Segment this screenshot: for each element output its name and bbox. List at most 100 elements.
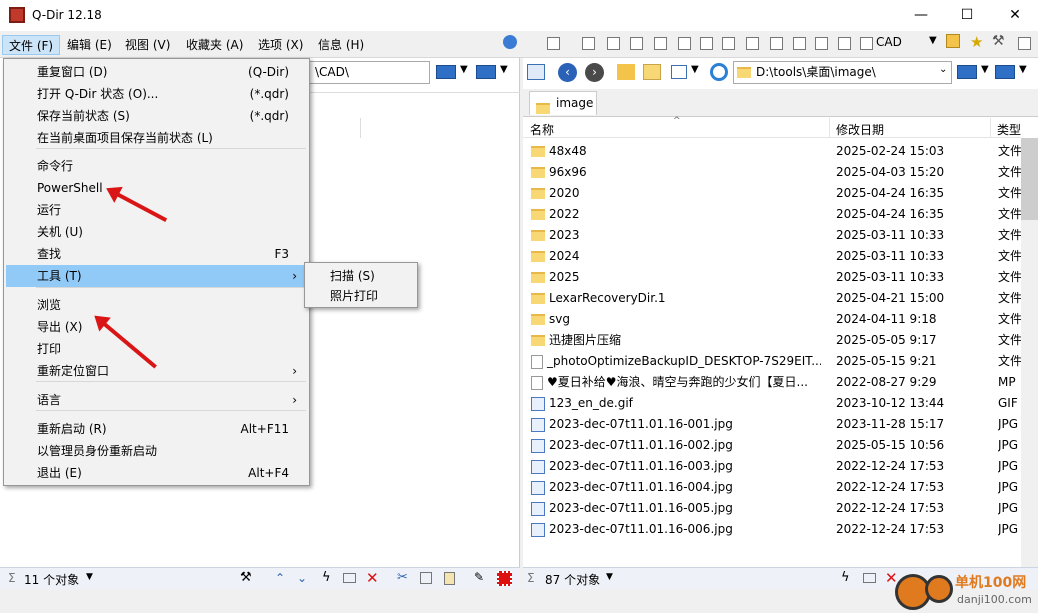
lightning-icon[interactable]: ϟ	[841, 570, 850, 585]
menu-item-language[interactable]: 语言 ›	[6, 389, 307, 411]
paste-icon[interactable]	[444, 572, 455, 585]
menu-info[interactable]: 信息 (H)	[312, 35, 370, 55]
edit-icon[interactable]: ✎	[474, 570, 484, 584]
rename-icon[interactable]	[863, 573, 876, 583]
layout-icon-6[interactable]	[678, 37, 691, 50]
menu-options[interactable]: 选项 (X)	[252, 35, 309, 55]
layout-icon-10[interactable]	[770, 37, 783, 50]
layout-icon-1[interactable]	[547, 37, 560, 50]
tools-icon[interactable]: ⚒	[240, 570, 252, 585]
up-arrow-icon[interactable]: ⌃	[275, 571, 285, 585]
layout-icon-4[interactable]	[630, 37, 643, 50]
down-arrow-icon[interactable]: ⌄	[297, 571, 307, 585]
layout-icon-7[interactable]	[700, 37, 713, 50]
monitor-icon[interactable]	[957, 65, 977, 79]
chevron-down-icon[interactable]: ▼	[929, 35, 937, 46]
layout-icon-13[interactable]	[838, 37, 851, 50]
left-address-bar[interactable]: \CAD\	[308, 61, 430, 84]
file-row[interactable]: 2023-dec-07t11.01.16-006.jpg 2022-12-24 1…	[531, 519, 1021, 540]
file-row[interactable]: LexarRecoveryDir.1 2025-04-21 15:00 文件	[531, 288, 1021, 309]
right-object-count[interactable]: 87 个对象	[545, 571, 600, 588]
menu-item-tools[interactable]: 工具 (T) ›	[6, 265, 307, 287]
menu-item-browse[interactable]: 浏览	[6, 294, 307, 316]
globe-icon[interactable]	[503, 35, 517, 49]
left-object-count[interactable]: 11 个对象	[24, 571, 79, 588]
layout-icon-3[interactable]	[607, 37, 620, 50]
right-address-bar[interactable]: D:\tools\桌面\image\	[733, 61, 952, 84]
scrollbar[interactable]	[1021, 138, 1038, 567]
copy-icon[interactable]	[420, 572, 432, 584]
chevron-down-icon[interactable]: ▼	[981, 64, 989, 75]
bookmark-icon[interactable]	[946, 34, 960, 48]
chevron-down-icon[interactable]: ⌄	[939, 64, 947, 75]
file-row[interactable]: 96x96 2025-04-03 15:20 文件	[531, 162, 1021, 183]
menu-item-print[interactable]: 打印	[6, 338, 307, 360]
rename-icon[interactable]	[343, 573, 356, 583]
menu-view[interactable]: 视图 (V)	[119, 35, 176, 55]
chevron-down-icon[interactable]: ▼	[1019, 64, 1027, 75]
file-row[interactable]: ♥夏日补给♥海浪、晴空与奔跑的少女们【夏日... 2022-08-27 9:29 M…	[531, 372, 1021, 393]
layout-icon-8[interactable]	[722, 37, 735, 50]
menu-item-exit[interactable]: 退出 (E) Alt+F4	[6, 462, 307, 484]
color-icon[interactable]	[497, 571, 512, 586]
file-row[interactable]: 2024 2025-03-11 10:33 文件	[531, 246, 1021, 267]
file-row[interactable]: 2025 2025-03-11 10:33 文件	[531, 267, 1021, 288]
file-row[interactable]: 2023-dec-07t11.01.16-005.jpg 2022-12-24 1…	[531, 498, 1021, 519]
menu-item-open-state[interactable]: 打开 Q-Dir 状态 (O)... (*.qdr)	[6, 83, 307, 105]
close-button[interactable]: ✕	[992, 0, 1038, 31]
menu-item-command-prompt[interactable]: 命令行	[6, 155, 307, 177]
up-folder-icon[interactable]	[617, 64, 635, 80]
delete-icon[interactable]: ✕	[366, 569, 379, 587]
menu-item-reposition-window[interactable]: 重新定位窗口 ›	[6, 360, 307, 382]
menu-item-export[interactable]: 导出 (X)	[6, 316, 307, 338]
monitor-icon[interactable]	[995, 65, 1015, 79]
layout-icon-2[interactable]	[582, 37, 595, 50]
column-name[interactable]: 名称	[530, 121, 554, 138]
file-row[interactable]: 迅捷图片压缩 2025-05-05 9:17 文件	[531, 330, 1021, 351]
menu-file[interactable]: 文件 (F)	[2, 35, 61, 55]
menu-favorites[interactable]: 收藏夹 (A)	[180, 35, 249, 55]
submenu-scan[interactable]: 扫描 (S)	[306, 265, 416, 287]
cut-icon[interactable]: ✂	[397, 570, 408, 585]
monitor-icon[interactable]	[476, 65, 496, 79]
layout-icon-14[interactable]	[860, 37, 873, 50]
cad-favorite-label[interactable]: CAD	[876, 35, 902, 49]
file-row[interactable]: 2023-dec-07t11.01.16-003.jpg 2022-12-24 1…	[531, 456, 1021, 477]
column-type[interactable]: 类型	[997, 121, 1021, 138]
file-row[interactable]: svg 2024-04-11 9:18 文件	[531, 309, 1021, 330]
scrollbar-thumb[interactable]	[1021, 138, 1038, 220]
menu-item-restart[interactable]: 重新启动 (R) Alt+F11	[6, 418, 307, 440]
layout-icon-11[interactable]	[793, 37, 806, 50]
menu-item-powershell[interactable]: PowerShell	[6, 177, 307, 199]
column-date[interactable]: 修改日期	[836, 121, 884, 138]
submenu-photo-print[interactable]: 照片打印	[306, 285, 416, 307]
file-row[interactable]: 2023-dec-07t11.01.16-001.jpg 2023-11-28 1…	[531, 414, 1021, 435]
menu-edit[interactable]: 编辑 (E)	[61, 35, 118, 55]
view-panel-icon[interactable]	[527, 64, 545, 80]
menu-item-restart-admin[interactable]: 以管理员身份重新启动	[6, 440, 307, 462]
file-row[interactable]: 123_en_de.gif 2023-10-12 13:44 GIF	[531, 393, 1021, 414]
window-icon[interactable]	[1018, 37, 1031, 50]
monitor-icon[interactable]	[436, 65, 456, 79]
chevron-down-icon[interactable]: ▼	[460, 64, 468, 75]
tools-icon[interactable]: ⚒	[992, 33, 1005, 49]
layout-icon-9[interactable]	[746, 37, 759, 50]
maximize-button[interactable]: ☐	[944, 0, 990, 31]
star-icon[interactable]: ★	[970, 33, 983, 51]
tab-image[interactable]: image	[529, 91, 597, 115]
chevron-down-icon[interactable]: ▼	[500, 64, 508, 75]
forward-icon[interactable]: ›	[585, 63, 604, 82]
view-mode-icon[interactable]	[671, 65, 687, 79]
file-row[interactable]: 2023-dec-07t11.01.16-002.jpg 2025-05-15 1…	[531, 435, 1021, 456]
chevron-down-icon[interactable]: ▼	[691, 64, 699, 75]
chevron-down-icon[interactable]: ▼	[86, 572, 93, 582]
layout-icon-12[interactable]	[815, 37, 828, 50]
file-row[interactable]: 2022 2025-04-24 16:35 文件	[531, 204, 1021, 225]
file-row[interactable]: 2023 2025-03-11 10:33 文件	[531, 225, 1021, 246]
file-row[interactable]: _photoOptimizeBackupID_DESKTOP-7S29EIT..…	[531, 351, 1021, 372]
lightning-icon[interactable]: ϟ	[322, 570, 331, 585]
new-folder-icon[interactable]	[643, 64, 661, 80]
file-row[interactable]: 2020 2025-04-24 16:35 文件	[531, 183, 1021, 204]
menu-item-save-state[interactable]: 保存当前状态 (S) (*.qdr)	[6, 105, 307, 127]
menu-item-save-state-desktop[interactable]: 在当前桌面项目保存当前状态 (L)	[6, 127, 307, 149]
